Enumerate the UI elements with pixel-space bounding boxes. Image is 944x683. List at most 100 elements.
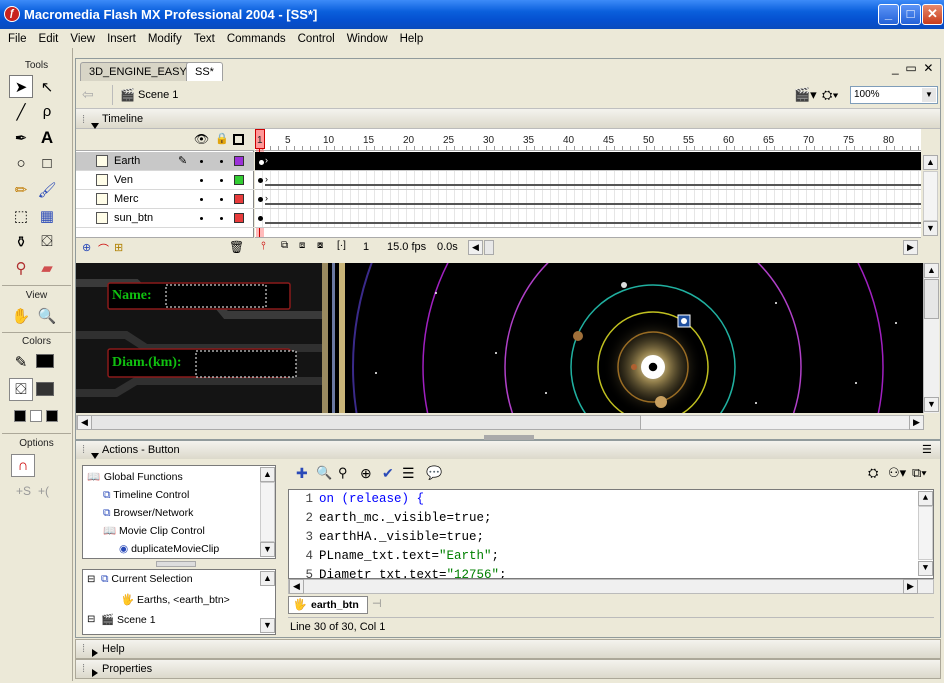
pin-script-icon[interactable]: ⊣ [372,597,382,610]
menu-help[interactable]: Help [394,33,430,45]
add-guide-layer-icon[interactable]: ⌒ [98,241,109,257]
list-item[interactable]: ◉ duplicateMovieClip [119,540,219,558]
outline-icon[interactable] [233,134,244,145]
line-tool-icon[interactable]: ╱ [9,100,33,123]
timeline-scroll-down[interactable]: ▼ [923,221,938,236]
editor-scroll-down[interactable]: ▼ [918,561,933,576]
properties-panel-bar[interactable]: ⁞ Properties [75,659,941,679]
pencil-tool-icon[interactable]: ✏ [9,178,33,201]
frame-row[interactable]: › [255,190,921,209]
actions-header[interactable]: ⁞ Actions - Button ☰ [76,441,940,459]
subselect-tool-icon[interactable]: ↖ [35,75,59,98]
paint-bucket-tool-icon[interactable]: ⛋ [35,230,59,253]
editor-scroll-up[interactable]: ▲ [918,491,933,506]
edit-multiple-icon[interactable]: ⧇ [317,240,323,251]
fill-color-swatch[interactable] [36,382,54,396]
panel-splitter[interactable] [484,435,534,440]
layer-color-swatch[interactable] [234,194,244,204]
edit-symbols-icon[interactable]: ⛭▾ [822,87,839,103]
list-item[interactable]: 📖 Global Functions [87,468,183,486]
close-button[interactable]: ✕ [922,4,943,25]
edit-scene-icon[interactable]: 🎬▾ [794,87,817,103]
swap-colors-icon[interactable] [46,410,58,422]
navigator-scroll-up[interactable]: ▲ [260,571,275,586]
keyframe[interactable] [258,197,263,202]
keyframe[interactable] [259,160,264,165]
tab-ss[interactable]: SS* [186,62,223,81]
oval-tool-icon[interactable]: ○ [9,152,33,175]
tree-toggle[interactable]: ⊟ [87,574,95,585]
stage-vscroll[interactable]: ▲ ▼ [923,263,939,413]
chevron-down-icon[interactable]: ▼ [922,88,936,102]
timeline-scroll-up[interactable]: ▲ [923,155,938,170]
timeline-scroll-left[interactable]: ◀ [468,240,483,255]
menu-edit[interactable]: Edit [33,33,65,45]
stroke-color-swatch[interactable] [36,354,54,368]
menu-window[interactable]: Window [341,33,394,45]
lock-dot[interactable] [220,160,223,163]
stage-vscroll-thumb[interactable] [924,279,939,319]
frame-ruler[interactable] [255,129,921,151]
lock-icon[interactable]: 🔒 [215,132,229,145]
onion-skin-icon[interactable]: ⧉ [281,240,288,251]
layer-row[interactable]: Merc [76,190,254,209]
toolbox-scroll-up[interactable]: ▲ [260,467,275,482]
frame-rate[interactable]: 15.0 fps [387,241,426,253]
no-color-icon[interactable] [30,410,42,422]
zoom-tool-icon[interactable]: 🔍 [35,304,59,327]
menu-modify[interactable]: Modify [142,33,188,45]
menu-insert[interactable]: Insert [101,33,142,45]
frame-row[interactable] [255,209,921,228]
zoom-combo[interactable]: 100% ▼ [850,86,938,104]
hand-tool-icon[interactable]: ✋ [9,304,33,327]
toolbox-vscroll[interactable] [260,482,275,542]
menu-control[interactable]: Control [292,33,341,45]
stage-scroll-up[interactable]: ▲ [924,263,939,278]
navigator-scroll-down[interactable]: ▼ [260,618,275,633]
toolbox-scroll-down[interactable]: ▼ [260,542,275,557]
list-item[interactable]: ⧉ Browser/Network [103,504,193,522]
keyframe[interactable] [258,216,263,221]
visible-dot[interactable] [200,160,203,163]
eye-icon[interactable]: 👁 [194,132,209,146]
center-frame-icon[interactable]: ⫯ [261,240,266,253]
layer-color-swatch[interactable] [234,156,244,166]
text-tool-icon[interactable]: A [35,126,59,149]
code-hint-icon[interactable]: 💬 [426,465,442,481]
rectangle-tool-icon[interactable]: □ [35,152,59,175]
timeline-hscroll-thumb[interactable] [484,240,494,255]
visible-dot[interactable] [200,217,203,220]
eraser-tool-icon[interactable]: ▰ [35,256,59,279]
add-statement-icon[interactable]: ✚ [296,465,308,482]
lock-dot[interactable] [220,179,223,182]
timeline-vscroll[interactable] [923,171,938,221]
tree-item[interactable]: 🖐 Earths, <earth_btn> [121,593,230,606]
reference-icon[interactable]: ⛭ [868,465,878,481]
straighten-icon[interactable]: +( [38,484,49,498]
tree-item[interactable]: ⧉ Current Selection [101,573,193,586]
editor-hscroll[interactable]: ◀ ▶ [288,579,934,594]
editor-vscroll[interactable] [918,506,933,560]
trash-icon[interactable]: 🗑 [229,240,244,254]
editor-scroll-left[interactable]: ◀ [289,579,304,594]
layer-row[interactable]: Ven [76,171,254,190]
tree-item[interactable]: 🎬 Scene 1 [101,613,156,626]
onion-markers-icon[interactable]: [·] [337,240,346,251]
fill-transform-tool-icon[interactable]: ▦ [35,204,59,227]
replace-icon[interactable]: ⚲ [338,465,348,481]
help-panel-bar[interactable]: ⁞ Help [75,639,941,659]
smooth-icon[interactable]: +S [16,484,31,498]
visible-dot[interactable] [200,179,203,182]
timeline-scroll-right[interactable]: ▶ [903,240,918,255]
arrow-tool-icon[interactable]: ➤ [9,75,33,98]
target-path-icon[interactable]: ⊕ [360,465,372,482]
menu-file[interactable]: File [2,33,33,45]
minimize-button[interactable]: _ [878,4,899,25]
stage-hscroll[interactable]: ◀ ▶ [76,415,924,430]
list-item[interactable]: ⧉ Timeline Control [103,486,189,504]
stage[interactable]: Name: Diam.(km): [76,263,924,413]
list-item[interactable]: 📖 Movie Clip Control [103,522,205,540]
view-options-icon[interactable]: ⧉▾ [912,465,927,481]
lasso-tool-icon[interactable]: ρ [35,100,59,123]
script-tab[interactable]: 🖐 earth_btn [288,596,368,614]
